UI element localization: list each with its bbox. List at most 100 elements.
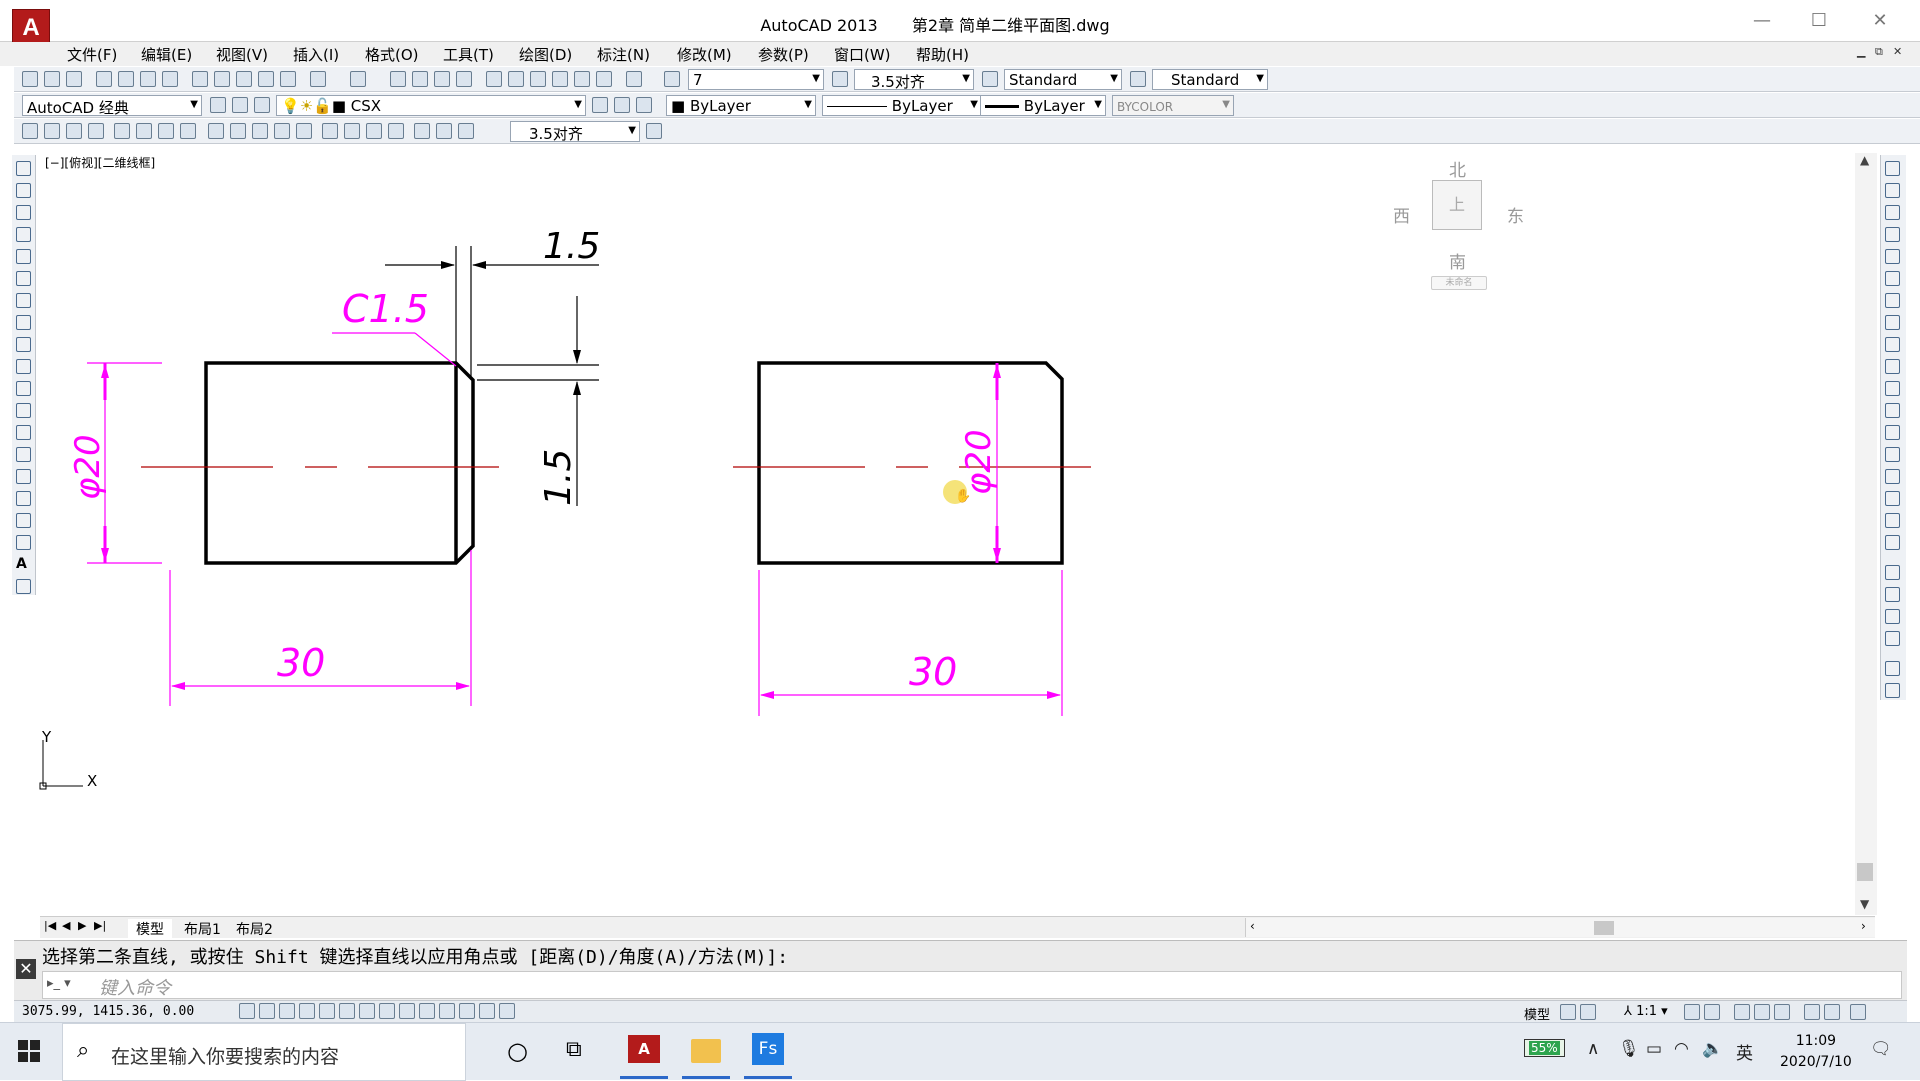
dim-jogged-icon[interactable]	[136, 123, 152, 139]
taskbar-fs-app[interactable]: Fs	[740, 1027, 796, 1079]
offset-icon[interactable]	[1885, 227, 1900, 242]
preview-icon[interactable]	[118, 71, 134, 87]
tab-next-icon[interactable]: ▶	[78, 919, 86, 932]
right-length-label[interactable]: 30	[909, 650, 957, 694]
cortana-icon[interactable]: ○	[507, 1037, 528, 1065]
chamfer-icon[interactable]	[1885, 469, 1900, 484]
doc-restore-icon[interactable]: ⧉	[1875, 45, 1883, 59]
multiline-text-icon[interactable]: A	[16, 557, 31, 572]
tab-last-icon[interactable]: ▶|	[94, 919, 106, 932]
rotate-icon[interactable]	[1885, 293, 1900, 308]
point-icon[interactable]	[16, 447, 31, 462]
undo-icon[interactable]	[310, 71, 326, 87]
side-dim-label[interactable]: 1.5	[538, 449, 579, 506]
polyline-icon[interactable]	[16, 205, 31, 220]
snap-mode-icon[interactable]	[259, 1003, 275, 1019]
dim-edit-icon[interactable]	[414, 123, 430, 139]
right-part[interactable]: φ20 30	[733, 361, 1091, 716]
dim-diameter-icon[interactable]	[158, 123, 174, 139]
hscroll-thumb[interactable]	[1594, 921, 1614, 935]
dim-style-icon[interactable]	[832, 71, 848, 87]
menu-view[interactable]: 视图(V)	[216, 44, 268, 65]
dim-space-icon[interactable]	[274, 123, 290, 139]
layer-select[interactable]: 💡☀🔓■ CSX ▼	[276, 95, 586, 116]
bring-above-icon[interactable]	[1885, 587, 1900, 602]
windows-start-icon[interactable]	[18, 1040, 40, 1062]
minimize-button[interactable]: —	[1738, 6, 1786, 36]
layer-state-icon[interactable]	[636, 97, 652, 113]
3d-dwf-icon[interactable]	[162, 71, 178, 87]
left-part-outline[interactable]	[204, 361, 475, 565]
coordinates-readout[interactable]: 3075.99, 1415.36, 0.00	[22, 1004, 194, 1019]
viewcube-east[interactable]: 东	[1507, 202, 1524, 227]
hatch-to-back-icon[interactable]	[1885, 683, 1900, 698]
drawing-canvas[interactable]: [−][俯视][二维线框] φ20 30 C1.5 1.5 1.5 φ20 30…	[37, 150, 1877, 915]
quick-dim-icon[interactable]	[208, 123, 224, 139]
left-diameter-label[interactable]: φ20	[68, 434, 108, 500]
volume-icon[interactable]: 🔈	[1702, 1039, 1723, 1059]
make-block-icon[interactable]	[16, 425, 31, 440]
viewcube-top-face[interactable]: 上	[1432, 180, 1482, 230]
dim-angular-icon[interactable]	[180, 123, 196, 139]
clean-screen-icon[interactable]	[1850, 1004, 1866, 1020]
workspace-select[interactable]: AutoCAD 经典 ▼	[22, 95, 202, 116]
design-center-icon[interactable]	[508, 71, 524, 87]
rectangle-icon[interactable]	[16, 249, 31, 264]
dim-ordinate-icon[interactable]	[88, 123, 104, 139]
copy-object-icon[interactable]	[1885, 183, 1900, 198]
center-mark-icon[interactable]	[344, 123, 360, 139]
text-height-select[interactable]: 7 ▼	[688, 69, 824, 90]
microphone-icon[interactable]: 🎙	[1618, 1039, 1640, 1059]
line-icon[interactable]	[16, 161, 31, 176]
dim-style-select-2[interactable]: 3.5对齐 ▼	[510, 121, 640, 142]
selection-cycling-icon[interactable]	[499, 1003, 515, 1019]
arc-icon[interactable]	[16, 271, 31, 286]
table-style-icon[interactable]	[982, 71, 998, 87]
vscroll-thumb[interactable]	[1857, 863, 1873, 881]
wcs-menu[interactable]: 未命名	[1431, 276, 1487, 290]
text-style-icon[interactable]	[664, 71, 680, 87]
viewcube[interactable]: 北 西 东 南 上 未命名	[1387, 150, 1527, 290]
command-prompt-icon[interactable]: ▸_ ▾	[47, 976, 71, 991]
spline-icon[interactable]	[16, 337, 31, 352]
zoom-window-icon[interactable]	[434, 71, 450, 87]
mleader-style-select[interactable]: Standard ▼	[1152, 69, 1268, 90]
mleader-style-icon[interactable]	[1130, 71, 1146, 87]
battery-icon[interactable]: 55%	[1524, 1039, 1565, 1057]
make-current-layer-icon[interactable]	[592, 97, 608, 113]
block-editor-icon[interactable]	[280, 71, 296, 87]
taskbar-file-explorer[interactable]	[678, 1027, 734, 1079]
new-icon[interactable]	[22, 71, 38, 87]
text-to-front-icon[interactable]	[1885, 661, 1900, 676]
viewcube-south[interactable]: 南	[1449, 248, 1466, 273]
lineweight-toggle-icon[interactable]	[439, 1003, 455, 1019]
dim-baseline-icon[interactable]	[230, 123, 246, 139]
ellipse-icon[interactable]	[16, 359, 31, 374]
markup-icon[interactable]	[574, 71, 590, 87]
quick-properties-icon[interactable]	[479, 1003, 495, 1019]
menu-modify[interactable]: 修改(M)	[677, 44, 732, 65]
close-window-button[interactable]: ✕	[1856, 6, 1904, 36]
break-at-point-icon[interactable]	[1885, 403, 1900, 418]
taskbar-search[interactable]: ⌕ 在这里输入你要搜索的内容	[62, 1023, 466, 1081]
insert-block-icon[interactable]	[16, 403, 31, 418]
dim-style-manager-icon[interactable]	[646, 123, 662, 139]
workspace-settings-icon[interactable]	[210, 97, 226, 113]
construction-line-icon[interactable]	[16, 183, 31, 198]
help-icon[interactable]	[626, 71, 642, 87]
fillet-icon[interactable]	[1885, 491, 1900, 506]
right-diameter-label[interactable]: φ20	[959, 429, 999, 495]
bring-to-front-icon[interactable]	[1885, 631, 1900, 646]
layer-previous-icon[interactable]	[614, 97, 630, 113]
viewcube-north[interactable]: 北	[1449, 156, 1466, 181]
menu-file[interactable]: 文件(F)	[67, 44, 117, 65]
copy-icon[interactable]	[214, 71, 230, 87]
move-icon[interactable]	[1885, 271, 1900, 286]
zoom-realtime-icon[interactable]	[412, 71, 428, 87]
linetype-select[interactable]: ByLayer ▼	[822, 95, 982, 116]
pan-icon[interactable]	[390, 71, 406, 87]
doc-minimize-icon[interactable]: ▁	[1857, 45, 1865, 58]
lineweight-select[interactable]: ByLayer ▼	[980, 95, 1106, 116]
tab-model[interactable]: 模型	[128, 919, 172, 939]
break-icon[interactable]	[1885, 425, 1900, 440]
